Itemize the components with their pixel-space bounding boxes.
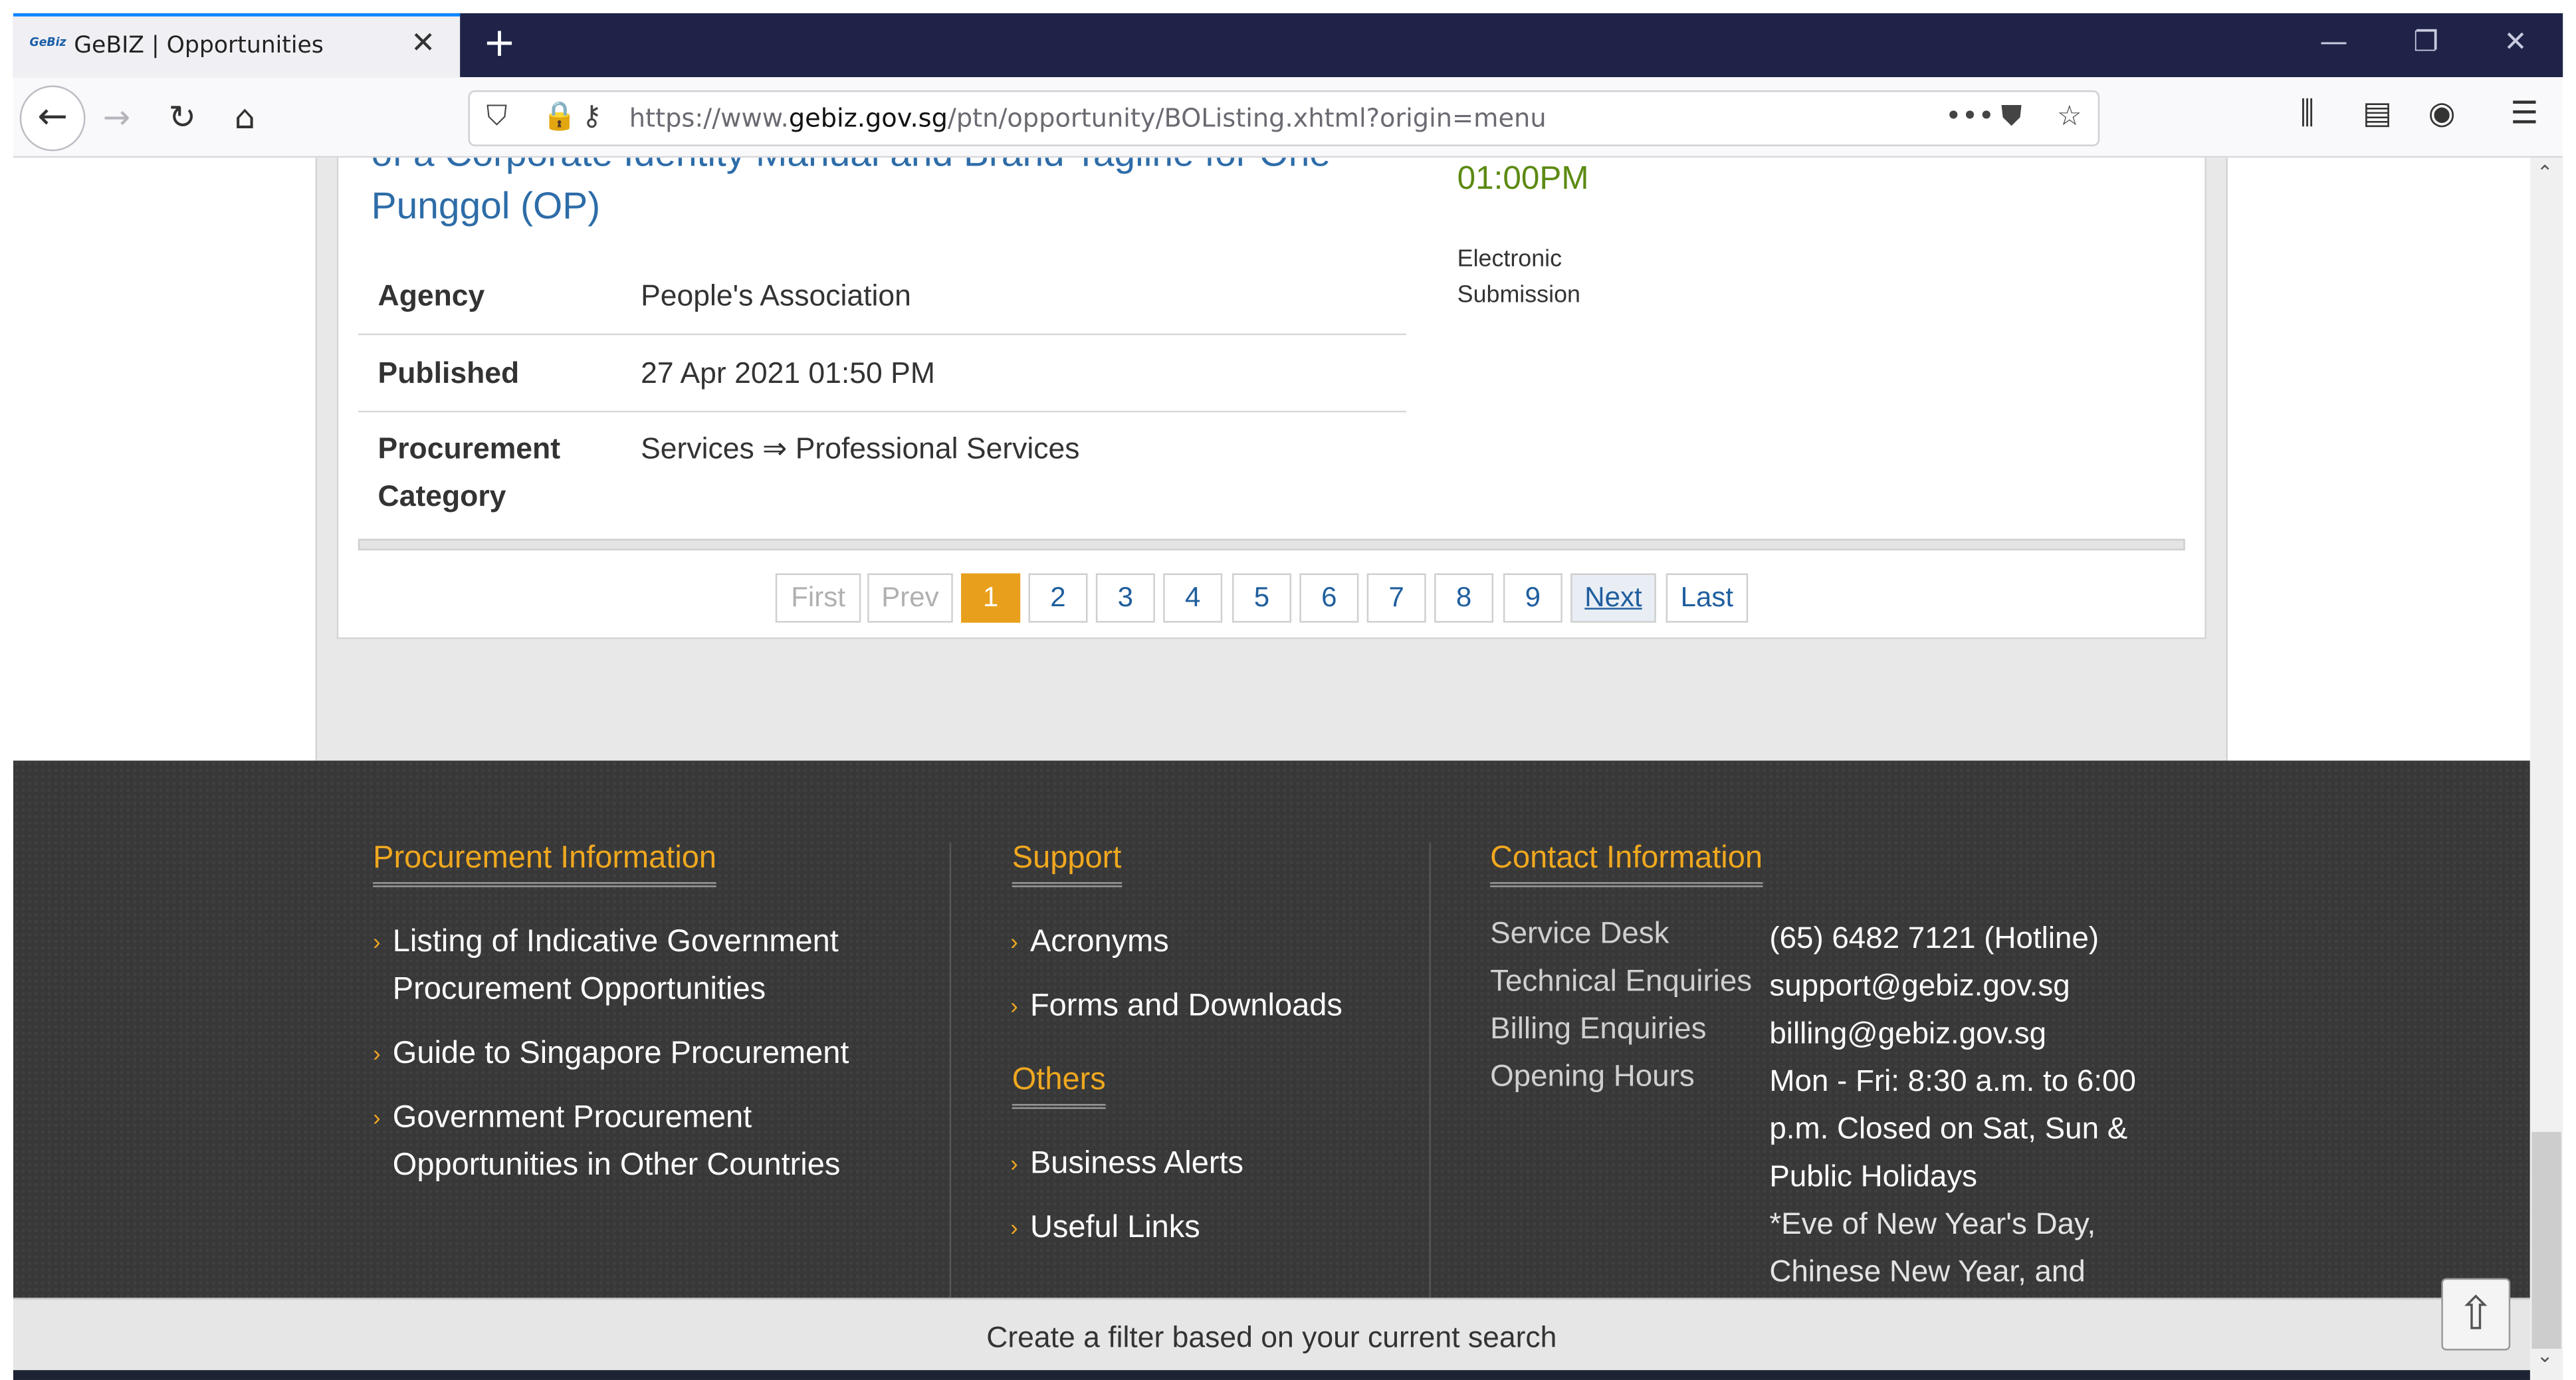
chevron-right-icon: › — [1010, 928, 1018, 955]
technical-enquiries-label: Technical Enquiries — [1490, 963, 1753, 998]
library-icon[interactable]: ⫼ — [2300, 95, 2315, 131]
address-bar[interactable]: ⛉ 🔒 ⚷ https://www.gebiz.gov.sg/ptn/oppor… — [468, 90, 2100, 146]
opportunity-card: of a Corporate Identity Manual and Brand… — [336, 158, 2206, 639]
contact-info-heading: Contact Information — [1490, 841, 1763, 887]
pocket-icon[interactable]: ⛊ — [2001, 100, 2022, 133]
agency-label: Agency — [377, 279, 485, 312]
window-close-icon[interactable]: ✕ — [2504, 27, 2527, 59]
reload-icon[interactable]: ↻ — [158, 92, 207, 141]
close-tab-icon[interactable]: ✕ — [411, 27, 435, 61]
page-actions-icon[interactable]: ••• — [1945, 100, 1994, 133]
chevron-right-icon: › — [373, 928, 381, 955]
page-button-8[interactable]: 8 — [1434, 573, 1494, 623]
published-row: Published 27 Apr 2021 01:50 PM — [358, 335, 1407, 413]
prev-page-button[interactable]: Prev — [867, 573, 953, 623]
create-filter-label[interactable]: Create a filter based on your current se… — [986, 1321, 1556, 1353]
procurement-info-heading: Procurement Information — [373, 841, 717, 887]
page-button-1[interactable]: 1 — [961, 573, 1021, 623]
browser-tab-bar: GeBiz GeBIZ | Opportunities ✕ + — ❐ ✕ — [13, 13, 2563, 78]
others-heading: Others — [1012, 1063, 1106, 1109]
billing-enquiries-label: Billing Enquiries — [1490, 1010, 1707, 1045]
chevron-right-icon: › — [1010, 1214, 1018, 1240]
screen: GeBiz GeBIZ | Opportunities ✕ + — ❐ ✕ ← … — [0, 0, 2576, 1380]
billing-enquiries-email[interactable]: billing@gebiz.gov.sg — [1769, 1008, 2180, 1056]
published-label: Published — [377, 356, 520, 390]
submission-method: Electronic Submission — [1457, 246, 1580, 309]
minimize-icon[interactable]: — — [2319, 27, 2347, 59]
footer-link-useful-links[interactable]: › Useful Links — [1010, 1205, 1490, 1252]
footer-link-business-alerts[interactable]: › Business Alerts — [1010, 1140, 1490, 1188]
bottom-strip — [13, 1370, 2530, 1380]
lock-icon[interactable]: 🔒 — [542, 100, 577, 133]
restore-icon[interactable]: ❐ — [2413, 27, 2438, 59]
page-button-2[interactable]: 2 — [1028, 573, 1088, 623]
forward-arrow-icon[interactable]: → — [92, 92, 141, 141]
first-page-button[interactable]: First — [775, 573, 861, 623]
page-button-3[interactable]: 3 — [1095, 573, 1155, 623]
bookmark-star-icon[interactable]: ☆ — [2057, 100, 2082, 133]
page-button-9[interactable]: 9 — [1503, 573, 1562, 623]
scrollbar-thumb[interactable] — [2531, 1131, 2561, 1349]
web-page: of a Corporate Identity Manual and Brand… — [13, 158, 2530, 1298]
footer-link-forms[interactable]: › Forms and Downloads — [1010, 982, 1490, 1030]
last-page-button[interactable]: Last — [1665, 573, 1749, 623]
back-to-top-arrow-icon[interactable]: ⇧ — [2441, 1278, 2511, 1351]
page-button-7[interactable]: 7 — [1366, 573, 1426, 623]
scroll-down-icon[interactable]: ⌄ — [2537, 1344, 2553, 1367]
footer-divider — [949, 842, 952, 1298]
page-button-6[interactable]: 6 — [1299, 573, 1359, 623]
new-tab-icon[interactable]: + — [477, 20, 522, 66]
create-filter-bar[interactable]: Create a filter based on your current se… — [13, 1298, 2530, 1371]
category-row: Procurement Category Services ⇒ Professi… — [358, 412, 1406, 527]
tracking-shield-icon[interactable]: ⛉ — [486, 100, 508, 133]
account-icon[interactable]: ◉ — [2428, 95, 2456, 131]
next-page-button[interactable]: Next — [1570, 573, 1656, 623]
window-top-edge — [0, 0, 2576, 13]
key-icon[interactable]: ⚷ — [582, 100, 602, 133]
chevron-right-icon: › — [373, 1103, 381, 1131]
footer-link-other-countries[interactable]: › Government Procurement Opportunities in… — [373, 1094, 853, 1189]
opening-hours-label: Opening Hours — [1490, 1058, 1695, 1093]
page-button-5[interactable]: 5 — [1232, 573, 1291, 623]
chevron-right-icon: › — [1010, 1149, 1018, 1177]
agency-row: Agency People's Association — [358, 258, 1407, 336]
results-divider — [358, 538, 2185, 550]
closing-time: 01:00PM — [1457, 161, 1589, 197]
gebiz-favicon-icon: GeBiz — [29, 36, 66, 50]
published-value: 27 Apr 2021 01:50 PM — [641, 356, 935, 390]
chevron-right-icon: › — [1010, 992, 1018, 1019]
back-arrow-icon[interactable]: ← — [19, 85, 86, 152]
opportunity-title-link[interactable]: of a Corporate Identity Manual and Brand… — [372, 158, 1390, 231]
url-text[interactable]: https://www.gebiz.gov.sg/ptn/opportunity… — [629, 104, 1547, 133]
browser-navigation-bar: ← → ↻ ⌂ ⛉ 🔒 ⚷ https://www.gebiz.gov.sg/p… — [13, 77, 2563, 158]
home-icon[interactable]: ⌂ — [220, 92, 269, 141]
footer-link-acronyms[interactable]: › Acronyms — [1010, 919, 1490, 967]
opening-hours-note: *Eve of New Year's Day, Chinese New Year… — [1769, 1206, 2096, 1288]
sidebar-icon[interactable]: ▤ — [2363, 95, 2392, 131]
agency-value: People's Association — [641, 279, 911, 312]
category-label: Procurement Category — [377, 431, 561, 513]
menu-icon[interactable]: ☰ — [2510, 95, 2538, 131]
category-value: Services ⇒ Professional Services — [641, 431, 1080, 465]
service-desk-value: (65) 6482 7121 (Hotline) — [1769, 919, 2099, 955]
site-footer: Procurement Information › Listing of Indi… — [13, 760, 2530, 1298]
vertical-scrollbar[interactable]: ⌃ ⌄ — [2529, 158, 2563, 1380]
support-heading: Support — [1012, 841, 1122, 887]
scroll-up-icon[interactable]: ⌃ — [2537, 161, 2553, 184]
footer-link-indicative-opportunities[interactable]: › Listing of Indicative Government Procur… — [373, 919, 853, 1014]
page-button-4[interactable]: 4 — [1163, 573, 1223, 623]
tab-title: GeBIZ | Opportunities — [74, 33, 324, 59]
browser-tab[interactable]: GeBiz GeBIZ | Opportunities ✕ — [13, 13, 461, 78]
service-desk-label: Service Desk — [1490, 915, 1669, 950]
footer-link-guide[interactable]: › Guide to Singapore Procurement — [373, 1030, 853, 1078]
technical-enquiries-email[interactable]: support@gebiz.gov.sg — [1769, 961, 2180, 1009]
opening-hours-value: Mon - Fri: 8:30 a.m. to 6:00 p.m. Closed… — [1769, 1062, 2136, 1193]
chevron-right-icon: › — [373, 1040, 381, 1066]
